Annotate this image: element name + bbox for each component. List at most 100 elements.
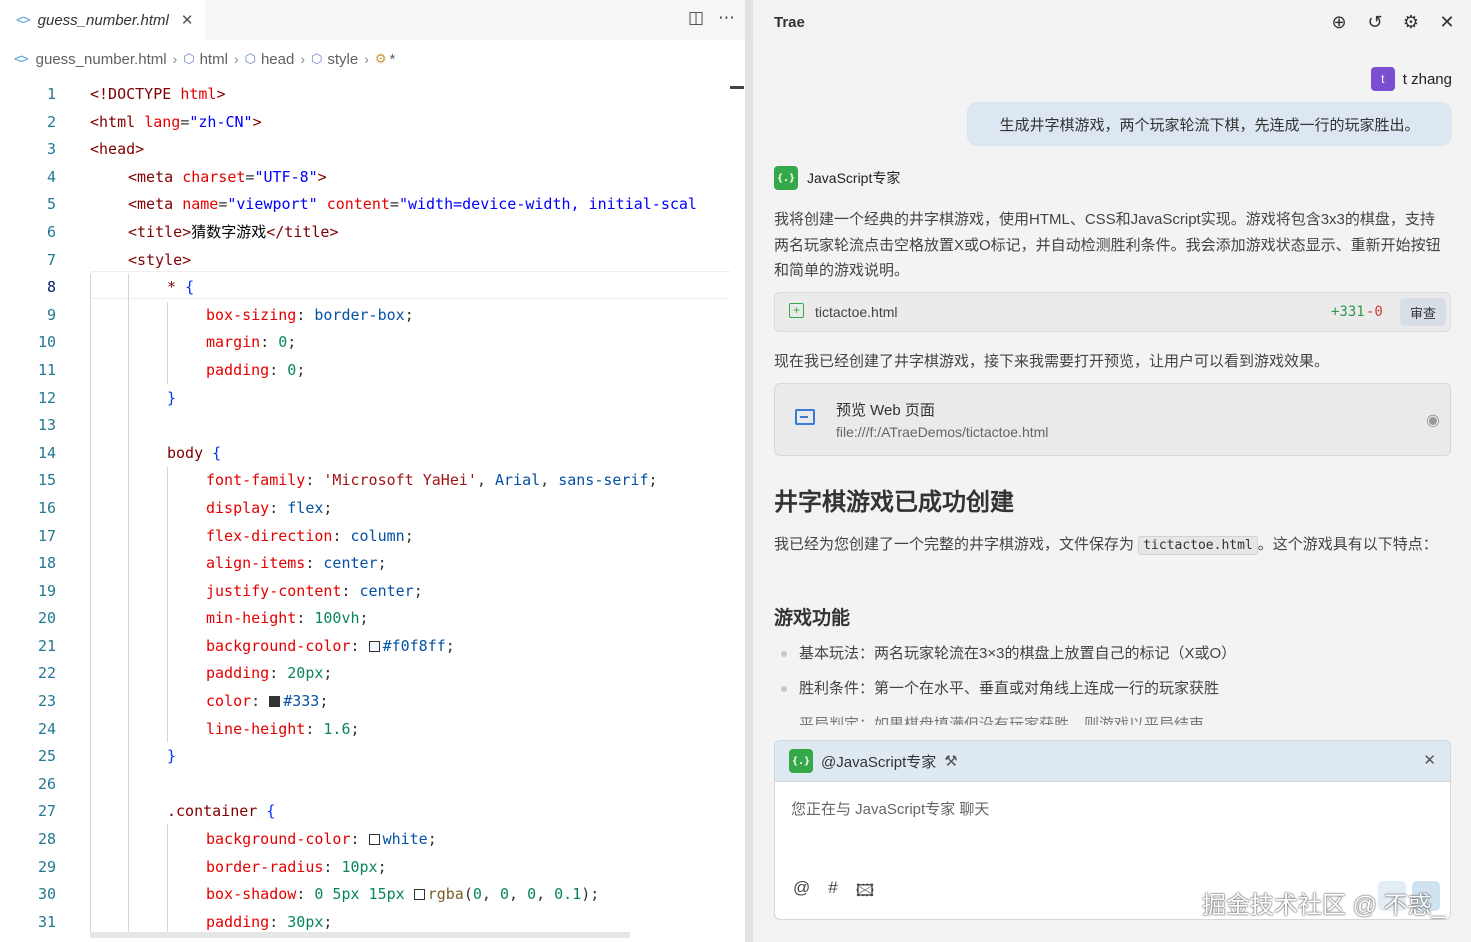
panel-divider[interactable] <box>745 0 753 942</box>
line-number: 31 <box>37 912 56 931</box>
code-area[interactable]: 1 <!DOCTYPE html> 2 <html lang="zh-CN"> 3 <… <box>0 81 745 936</box>
color-swatch[interactable] <box>269 696 281 708</box>
code-line: 4 <meta charset="UTF-8"> <box>0 164 745 192</box>
settings-icon[interactable]: ⚙ <box>1401 12 1421 33</box>
selector-icon: ⚙ <box>374 51 387 66</box>
code-icon: <> <box>16 12 31 28</box>
code-line: 3 <head> <box>0 136 745 164</box>
line-number: 5 <box>46 195 56 214</box>
line-number: 14 <box>37 443 56 462</box>
mention-icon[interactable]: @ <box>793 878 810 907</box>
line-number: 21 <box>37 636 56 655</box>
line-number: 10 <box>37 333 56 352</box>
code-line: 6 <title>猜数字游戏</title> <box>0 219 745 247</box>
inline-code: tictactoe.html <box>1138 536 1258 555</box>
eye-icon[interactable]: ◉ <box>1426 410 1440 430</box>
chat-input[interactable] <box>775 781 1450 871</box>
line-number: 27 <box>37 802 56 821</box>
line-number: 28 <box>37 830 56 849</box>
color-swatch[interactable] <box>368 834 380 846</box>
changed-file-name[interactable]: tictactoe.html <box>815 304 897 320</box>
line-number: 23 <box>37 692 56 711</box>
code-line: 23 color: #333; <box>0 688 745 716</box>
agent-header: {.} JavaScript专家 <box>774 166 900 190</box>
line-number: 26 <box>37 774 56 793</box>
preview-title: 预览 Web 页面 <box>836 402 935 419</box>
agent-name: JavaScript专家 <box>807 170 901 186</box>
user-header: t t zhang <box>1370 67 1452 91</box>
code-line: 30 box-shadow: 0 5px 15px rgba(0, 0, 0, 0… <box>0 881 745 909</box>
close-icon[interactable]: ✕ <box>1437 12 1457 33</box>
minimap-scroll-indicator[interactable] <box>730 86 744 89</box>
code-line: 13 <box>0 412 745 440</box>
line-number: 7 <box>46 250 56 269</box>
breadcrumb-style[interactable]: style <box>327 51 358 68</box>
result-heading: 井字棋游戏已成功创建 <box>774 489 1014 516</box>
code-line: 2 <html lang="zh-CN"> <box>0 109 745 137</box>
close-tab-icon[interactable]: ✕ <box>181 11 194 29</box>
line-number: 6 <box>46 222 56 241</box>
code-line: 12} <box>0 385 745 413</box>
horizontal-scrollbar[interactable] <box>90 932 630 938</box>
editor-tab-bar: <> guess_number.html ✕ ◫ ⋯ <box>0 0 745 40</box>
code-line: 21 background-color: #f0f8ff; <box>0 633 745 661</box>
breadcrumb-head[interactable]: head <box>261 51 294 68</box>
close-mention-icon[interactable]: ✕ <box>1423 751 1436 769</box>
preview-path: file:///f:/ATraeDemos/tictactoe.html <box>836 424 1049 440</box>
more-actions-icon[interactable]: ⋯ <box>718 8 735 28</box>
hash-icon[interactable]: # <box>828 878 837 907</box>
code-line: 5 <meta name="viewport" content="width=de… <box>0 191 745 219</box>
element-icon: ⬡ <box>244 51 256 66</box>
line-number: 4 <box>46 167 56 186</box>
color-swatch[interactable] <box>368 640 380 652</box>
line-number: 19 <box>37 581 56 600</box>
line-number: 12 <box>37 388 56 407</box>
image-icon[interactable]: 🖾 <box>856 878 875 907</box>
line-number: 20 <box>37 609 56 628</box>
tools-icon[interactable]: ⚒ <box>944 752 957 770</box>
tab-label: guess_number.html <box>37 11 169 29</box>
breadcrumb-html[interactable]: html <box>200 51 228 68</box>
web-preview-card[interactable]: 预览 Web 页面 file:///f:/ATraeDemos/tictacto… <box>774 383 1451 456</box>
code-line: 22 padding: 20px; <box>0 660 745 688</box>
element-icon: ⬡ <box>183 51 195 66</box>
split-editor-icon[interactable]: ◫ <box>688 8 704 28</box>
code-line: 27 .container { <box>0 798 745 826</box>
code-line: 8 * { <box>0 274 745 302</box>
agent-intro-text: 我将创建一个经典的井字棋游戏，使用HTML、CSS和JavaScript实现。游… <box>774 211 1441 279</box>
features-list: 基本玩法：两名玩家轮流在3×3的棋盘上放置自己的标记（X或O） 胜利条件：第一个… <box>774 641 1444 711</box>
chevron-right-icon: › <box>300 51 306 67</box>
line-number: 22 <box>37 664 56 683</box>
breadcrumb: <> guess_number.html › ⬡ html › ⬡ head ›… <box>14 47 395 71</box>
code-line: 7 <style> <box>0 247 745 275</box>
editor-tab[interactable]: <> guess_number.html ✕ <box>0 0 205 40</box>
ai-chat-panel: Trae ⊕ ↺ ⚙ ✕ t t zhang 生成井字棋游戏，两个玩家轮流下棋，… <box>753 0 1471 942</box>
avatar: t <box>1370 67 1395 91</box>
line-number: 25 <box>37 747 56 766</box>
element-icon: ⬡ <box>311 51 323 66</box>
browser-window-icon <box>795 409 815 425</box>
panel-title: Trae <box>774 14 805 31</box>
breadcrumb-file[interactable]: guess_number.html <box>36 51 167 68</box>
review-button[interactable]: 审查 <box>1400 298 1446 326</box>
line-number: 24 <box>37 719 56 738</box>
history-icon[interactable]: ↺ <box>1365 12 1385 33</box>
new-chat-icon[interactable]: ⊕ <box>1329 12 1349 33</box>
file-change-card[interactable]: + tictactoe.html +331 -0 审查 <box>774 292 1451 332</box>
chevron-right-icon: › <box>172 51 178 67</box>
color-swatch[interactable] <box>413 889 425 901</box>
list-item: 胜利条件：第一个在水平、垂直或对角线上连成一行的玩家获胜 <box>774 676 1444 711</box>
paragraph-text: 。这个游戏具有以下特点： <box>1257 536 1438 553</box>
line-number: 30 <box>37 885 56 904</box>
agent-status-text: 现在我已经创建了井字棋游戏，接下来我需要打开预览，让用户可以看到游戏效果。 <box>774 353 1330 370</box>
features-heading: 游戏功能 <box>774 608 851 629</box>
list-item-cut-off: 平局判定：如果棋盘填满但没有玩家获胜，则游戏以平局结束 <box>774 711 1454 725</box>
paragraph-text: 我已经为您创建了一个完整的井字棋游戏，文件保存为 <box>774 536 1135 553</box>
line-number: 9 <box>46 305 56 324</box>
line-number: 13 <box>37 416 56 435</box>
agent-logo-icon: {.} <box>789 749 813 773</box>
list-item: 基本玩法：两名玩家轮流在3×3的棋盘上放置自己的标记（X或O） <box>774 641 1444 676</box>
code-line: 14 body { <box>0 440 745 468</box>
breadcrumb-selector[interactable]: * <box>390 51 396 68</box>
line-number: 17 <box>37 526 56 545</box>
